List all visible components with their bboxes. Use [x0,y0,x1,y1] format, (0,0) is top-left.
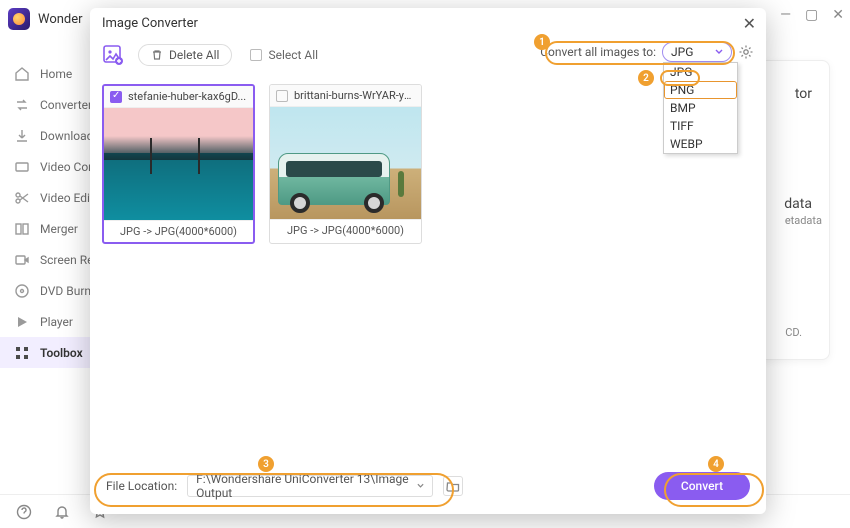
file-location-select[interactable]: F:\Wondershare UniConverter 13\Image Out… [187,475,433,497]
convert-icon [14,97,30,113]
sidebar-item-label: Merger [40,222,78,236]
format-option-bmp[interactable]: BMP [664,99,737,117]
background-text: etadata [785,214,822,227]
sidebar-item-label: Home [40,67,72,81]
checkbox-icon [250,49,262,61]
format-dropdown: JPG PNG BMP TIFF WEBP [663,62,738,154]
convert-to-label: Convert all images to: [540,45,656,59]
sidebar-item-label: Toolbox [40,346,83,360]
help-icon[interactable] [16,504,32,520]
annotation-badge-4: 4 [708,456,724,472]
background-text: CD. [785,326,802,339]
background-text: tor [795,86,812,102]
card-conversion: JPG -> JPG(4000*6000) [270,219,421,241]
image-card[interactable]: stefanie-huber-kax6gD... JPG -> JPG(4000… [102,84,255,244]
convert-button[interactable]: Convert [654,472,750,500]
image-card[interactable]: brittani-burns-WrYAR-yD... JPG -> JPG(40… [269,84,422,244]
format-option-jpg[interactable]: JPG [664,63,737,81]
bell-icon[interactable] [54,504,70,520]
format-select[interactable]: JPG [662,42,732,62]
home-icon [14,66,30,82]
chevron-down-icon [715,48,723,56]
format-value: JPG [671,45,693,59]
close-window-button[interactable]: ✕ [832,8,844,22]
background-text: data [784,196,812,212]
card-checkbox[interactable] [276,90,288,102]
close-icon[interactable]: ✕ [743,14,756,33]
delete-all-button[interactable]: Delete All [138,44,232,66]
app-logo [8,8,30,30]
delete-all-label: Delete All [169,48,219,62]
annotation-badge-2: 2 [638,70,654,86]
file-location-value: F:\Wondershare UniConverter 13\Image Out… [196,472,417,500]
dvd-icon [14,283,30,299]
sidebar-item-label: Player [40,315,73,329]
card-filename: brittani-burns-WrYAR-yD... [294,89,415,102]
annotation-badge-1: 1 [534,34,550,50]
settings-button[interactable] [738,44,754,60]
scissors-icon [14,190,30,206]
chevron-down-icon [417,482,424,490]
card-conversion: JPG -> JPG(4000*6000) [104,220,253,242]
trash-icon [151,49,163,61]
compress-icon [14,159,30,175]
minimize-button[interactable]: — [780,8,791,22]
download-icon [14,128,30,144]
modal-title: Image Converter [102,16,198,31]
format-option-tiff[interactable]: TIFF [664,117,737,135]
card-checkbox[interactable] [110,91,122,103]
app-title: Wonder [38,12,83,27]
select-all-checkbox[interactable]: Select All [250,48,318,62]
file-location-label: File Location: [106,479,177,493]
card-thumbnail [104,108,253,220]
format-option-webp[interactable]: WEBP [664,135,737,153]
grid-icon [14,345,30,361]
card-filename: stefanie-huber-kax6gD... [128,90,246,103]
image-converter-modal: Image Converter ✕ Delete All Select All … [90,8,766,514]
play-icon [14,314,30,330]
card-thumbnail [270,107,421,219]
merge-icon [14,221,30,237]
add-image-button[interactable] [102,44,124,66]
record-icon [14,252,30,268]
maximize-button[interactable]: ▢ [805,8,818,22]
format-option-png[interactable]: PNG [664,81,737,99]
open-folder-button[interactable] [443,476,463,496]
convert-label: Convert [681,479,723,493]
sidebar-item-label: Converter [40,98,92,112]
modal-header: Image Converter ✕ [90,8,766,38]
select-all-label: Select All [268,48,318,62]
modal-footer: File Location: F:\Wondershare UniConvert… [90,458,766,514]
annotation-badge-3: 3 [258,456,274,472]
